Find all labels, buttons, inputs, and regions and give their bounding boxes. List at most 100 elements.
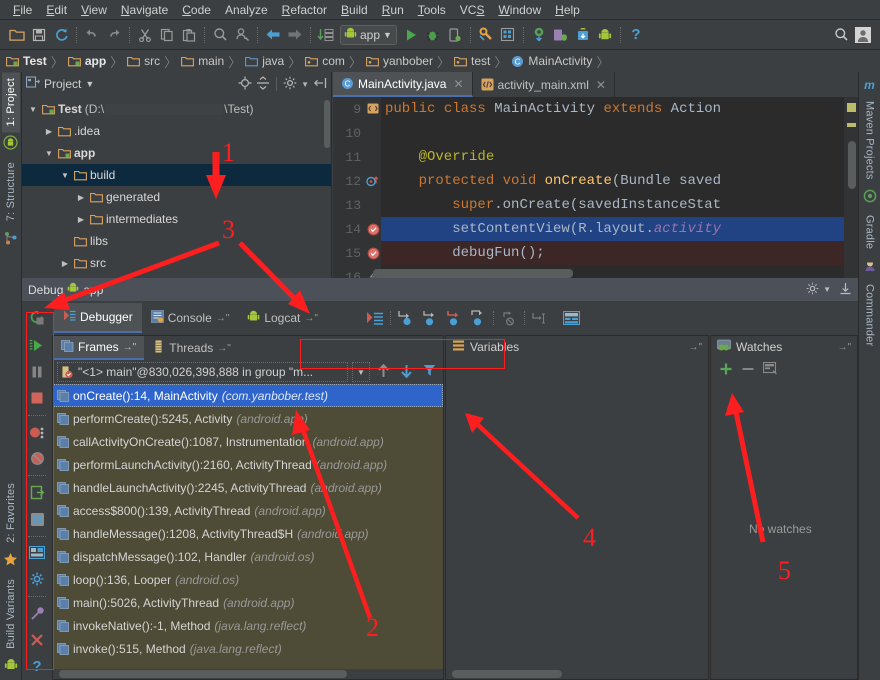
chevron-down-icon[interactable]: ▼	[823, 285, 831, 294]
chevron-down-icon[interactable]: ▼	[301, 80, 309, 89]
save-all-icon[interactable]	[28, 24, 50, 46]
project-tree-scrollbar[interactable]	[324, 100, 330, 148]
tree-item-intermediates[interactable]: ▶intermediates	[22, 208, 331, 230]
step-into-icon[interactable]	[419, 307, 441, 329]
attach-debugger-icon[interactable]	[444, 24, 466, 46]
variables-horizontal-scrollbar[interactable]	[446, 669, 708, 679]
tab-console[interactable]: Console →"	[142, 303, 239, 333]
tree-item-test[interactable]: ▼Test(D:\\Test)	[22, 98, 331, 120]
frame-row[interactable]: handleLaunchActivity():2245, ActivityThr…	[53, 476, 443, 499]
tab-frames[interactable]: Frames →"	[53, 336, 144, 360]
sidebar-item-gradle[interactable]: Gradle	[861, 209, 879, 255]
help-icon[interactable]: ?	[625, 24, 647, 46]
menu-item-navigate[interactable]: Navigate	[114, 1, 175, 19]
breakpoint-icon[interactable]	[365, 247, 381, 260]
collapse-all-icon[interactable]	[256, 76, 270, 93]
compile-icon[interactable]	[315, 24, 337, 46]
code-line-14[interactable]: setContentView(R.layout.activity	[381, 217, 844, 241]
menu-item-tools[interactable]: Tools	[411, 1, 453, 19]
menu-item-edit[interactable]: Edit	[39, 1, 74, 19]
star-icon[interactable]	[3, 552, 18, 570]
menu-item-run[interactable]: Run	[375, 1, 411, 19]
frame-row[interactable]: performLaunchActivity():2160, ActivityTh…	[53, 453, 443, 476]
step-over-icon[interactable]	[395, 307, 417, 329]
android-sidebar-icon[interactable]	[3, 135, 18, 153]
frame-row[interactable]: invoke():515, Method(java.lang.reflect)	[53, 637, 443, 660]
evaluate-expression-icon[interactable]	[561, 307, 583, 329]
copy-icon[interactable]	[156, 24, 178, 46]
device-monitor-icon[interactable]	[550, 24, 572, 46]
chevron-right-icon[interactable]: ▶	[58, 259, 72, 268]
gutter-line-9[interactable]: 9	[333, 97, 381, 121]
tree-item-generated[interactable]: ▶generated	[22, 186, 331, 208]
find-icon[interactable]	[209, 24, 231, 46]
undo-icon[interactable]	[81, 24, 103, 46]
user-icon[interactable]	[852, 24, 874, 46]
run-to-cursor-icon[interactable]	[529, 307, 551, 329]
android-icon[interactable]	[594, 24, 616, 46]
code-line-10[interactable]	[381, 121, 844, 145]
breadcrumb-item-main[interactable]: main	[179, 54, 226, 68]
gutter-line-12[interactable]: 12	[333, 169, 381, 193]
menu-item-build[interactable]: Build	[334, 1, 375, 19]
editor-marker-track[interactable]	[844, 97, 858, 278]
tab-debugger[interactable]: Debugger	[54, 303, 142, 333]
breadcrumb-item-yanbober[interactable]: yanbober	[364, 54, 435, 68]
gutter-line-15[interactable]: 15	[333, 241, 381, 265]
forward-icon[interactable]	[284, 24, 306, 46]
overriding-method-icon[interactable]	[365, 175, 381, 188]
chevron-down-icon[interactable]: ▼	[26, 105, 40, 114]
remove-watch-icon[interactable]	[741, 362, 755, 379]
maven-icon[interactable]: m	[864, 78, 875, 92]
gutter-line-13[interactable]: 13	[333, 193, 381, 217]
tab-threads[interactable]: Threads →"	[144, 336, 239, 360]
open-folder-icon[interactable]	[6, 24, 28, 46]
force-step-into-icon[interactable]	[443, 307, 465, 329]
frame-row[interactable]: callActivityOnCreate():1087, Instrumenta…	[53, 430, 443, 453]
run-icon[interactable]	[400, 24, 422, 46]
chevron-down-icon[interactable]: ▼	[42, 149, 56, 158]
sync-icon[interactable]	[50, 24, 72, 46]
chevron-right-icon[interactable]: ▶	[74, 193, 88, 202]
breadcrumb-item-test[interactable]: test	[452, 54, 492, 68]
menu-item-refactor[interactable]: Refactor	[275, 1, 334, 19]
sidebar-item-favorites[interactable]: 2: Favorites	[2, 477, 20, 549]
frame-row[interactable]: performCreate():5245, Activity(android.a…	[53, 407, 443, 430]
frame-row[interactable]: main():5026, ActivityThread(android.app)	[53, 591, 443, 614]
detach-icon[interactable]: →"	[837, 342, 851, 353]
tree-item-idea[interactable]: ▶.idea	[22, 120, 331, 142]
editor-tab-activitymainxml[interactable]: activity_main.xml✕	[473, 72, 615, 97]
chevron-down-icon[interactable]: ▼	[58, 171, 72, 180]
sync-gradle-icon[interactable]	[572, 24, 594, 46]
tree-item-src[interactable]: ▶src	[22, 252, 331, 274]
sidebar-item-maven-projects[interactable]: Maven Projects	[861, 95, 879, 186]
breakpoint-icon[interactable]	[365, 223, 381, 236]
editor-tab-mainactivityjava[interactable]: CMainActivity.java✕	[333, 72, 473, 97]
frame-row[interactable]: invokeNative():-1, Method(java.lang.refl…	[53, 614, 443, 637]
gutter-line-11[interactable]: 11	[333, 145, 381, 169]
menu-item-analyze[interactable]: Analyze	[218, 1, 275, 19]
sidebar-item-structure[interactable]: 7: Structure	[2, 156, 20, 227]
code-line-11[interactable]: @Override	[381, 145, 844, 169]
editor-horizontal-scrollbar[interactable]	[373, 269, 573, 278]
editor-vertical-scrollbar[interactable]	[848, 141, 856, 189]
gutter-line-10[interactable]: 10	[333, 121, 381, 145]
watches-list[interactable]: No watches	[711, 382, 857, 679]
editor-gutter[interactable]: 910111213141516	[333, 97, 381, 278]
breadcrumb-item-mainactivity[interactable]: CMainActivity	[509, 54, 594, 68]
run-configuration-selector[interactable]: app ▼	[340, 25, 397, 45]
frame-row[interactable]: handleMessage():1208, ActivityThread$H(a…	[53, 522, 443, 545]
avd-manager-icon[interactable]	[475, 24, 497, 46]
structure-icon[interactable]	[3, 231, 18, 249]
editor-body[interactable]: 910111213141516 public class MainActivit…	[333, 97, 858, 278]
profiler-icon[interactable]	[528, 24, 550, 46]
frame-row[interactable]: loop():136, Looper(android.os)	[53, 568, 443, 591]
code-line-12[interactable]: protected void onCreate(Bundle saved	[381, 169, 844, 193]
menu-item-file[interactable]: File	[6, 1, 39, 19]
sidebar-item-project[interactable]: 1: Project	[2, 72, 20, 132]
chevron-down-icon[interactable]: ▼	[383, 30, 392, 40]
menu-item-vcs[interactable]: VCS	[453, 1, 492, 19]
cut-icon[interactable]	[134, 24, 156, 46]
detach-icon[interactable]: →"	[688, 342, 702, 353]
detach-icon[interactable]: →"	[217, 343, 231, 354]
